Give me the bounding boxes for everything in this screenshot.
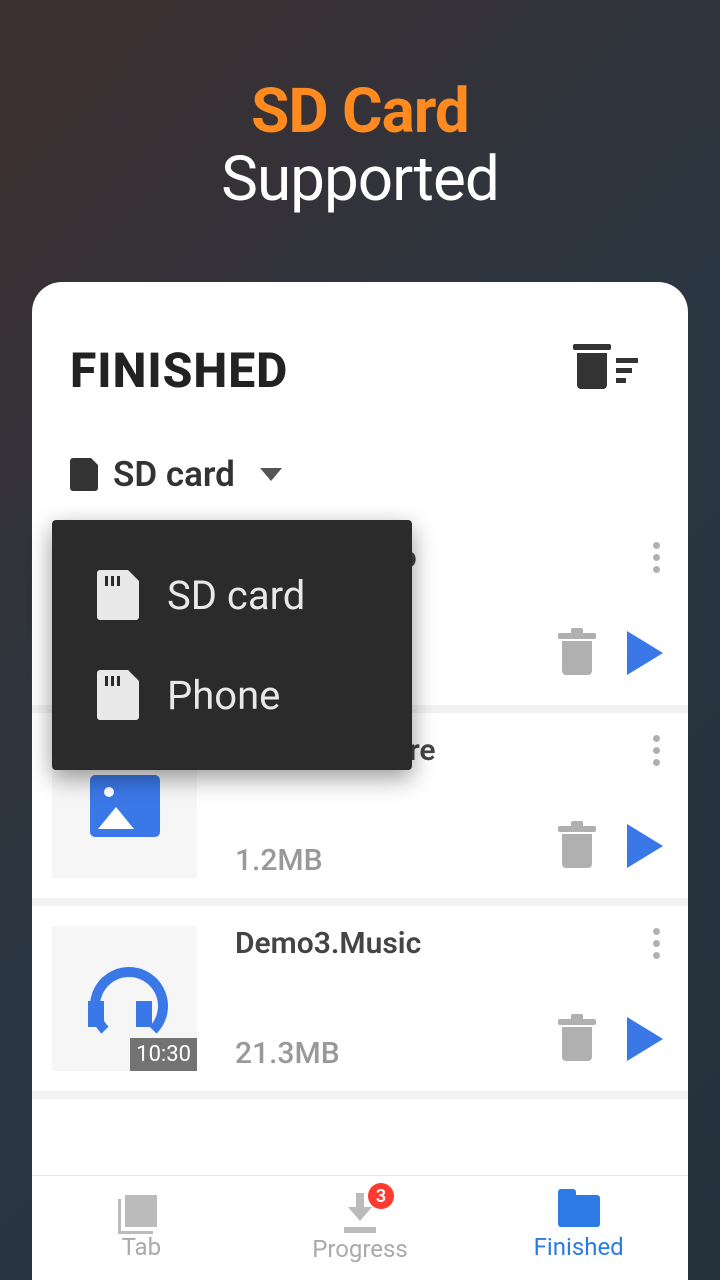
dropdown-label: SD card [167,572,305,619]
storage-filter-label: SD card [113,454,235,495]
nav-label: Tab [122,1233,162,1261]
sd-card-icon [70,458,98,491]
item-text: Demo3.Music 21.3MB [197,926,562,1071]
dropdown-item-phone[interactable]: Phone [52,645,412,745]
delete-button[interactable] [562,1027,592,1061]
more-button[interactable] [653,542,660,573]
list-lines-icon [616,358,638,383]
finished-panel: FINISHED SD card Demo1.Video Dem [32,282,688,1280]
clear-all-button[interactable] [577,353,638,389]
hero: SD Card Supported [0,0,720,256]
nav-tab[interactable]: Tab [32,1176,251,1280]
hero-title-accent: SD Card [0,75,720,148]
bottom-nav: Tab 3 Progress Finished [32,1175,688,1280]
hero-title-sub: Supported [0,143,720,216]
dropdown-item-sd-card[interactable]: SD card [52,545,412,645]
list-item: 10:30 Demo3.Music 21.3MB [32,906,688,1099]
item-size: 1.2MB [235,843,562,878]
more-button[interactable] [653,928,660,959]
download-icon: 3 [342,1193,378,1229]
item-filename: Demo3.Music [235,926,562,961]
panel-header: FINISHED [32,282,688,409]
chevron-down-icon [260,468,282,481]
nav-progress[interactable]: 3 Progress [251,1176,470,1280]
duration-badge: 10:30 [130,1038,197,1071]
delete-button[interactable] [562,834,592,868]
folder-icon [558,1195,600,1227]
delete-button[interactable] [562,641,592,675]
dropdown-label: Phone [167,672,280,719]
item-size: 21.3MB [235,1036,562,1071]
sd-card-icon [97,570,139,620]
thumbnail: 10:30 [52,926,197,1071]
nav-label: Progress [312,1235,408,1263]
play-button[interactable] [627,824,663,868]
trash-icon [577,353,607,389]
play-button[interactable] [627,1017,663,1061]
sd-card-icon [97,670,139,720]
storage-dropdown: SD card Phone [52,520,412,770]
tabs-icon [125,1195,157,1227]
headphones-icon [90,969,160,1029]
play-button[interactable] [627,631,663,675]
nav-label: Finished [534,1233,624,1261]
more-button[interactable] [653,735,660,766]
storage-filter[interactable]: SD card [32,409,688,520]
nav-finished[interactable]: Finished [469,1176,688,1280]
page-title: FINISHED [70,342,288,399]
image-icon [90,775,160,837]
progress-badge: 3 [368,1183,394,1209]
